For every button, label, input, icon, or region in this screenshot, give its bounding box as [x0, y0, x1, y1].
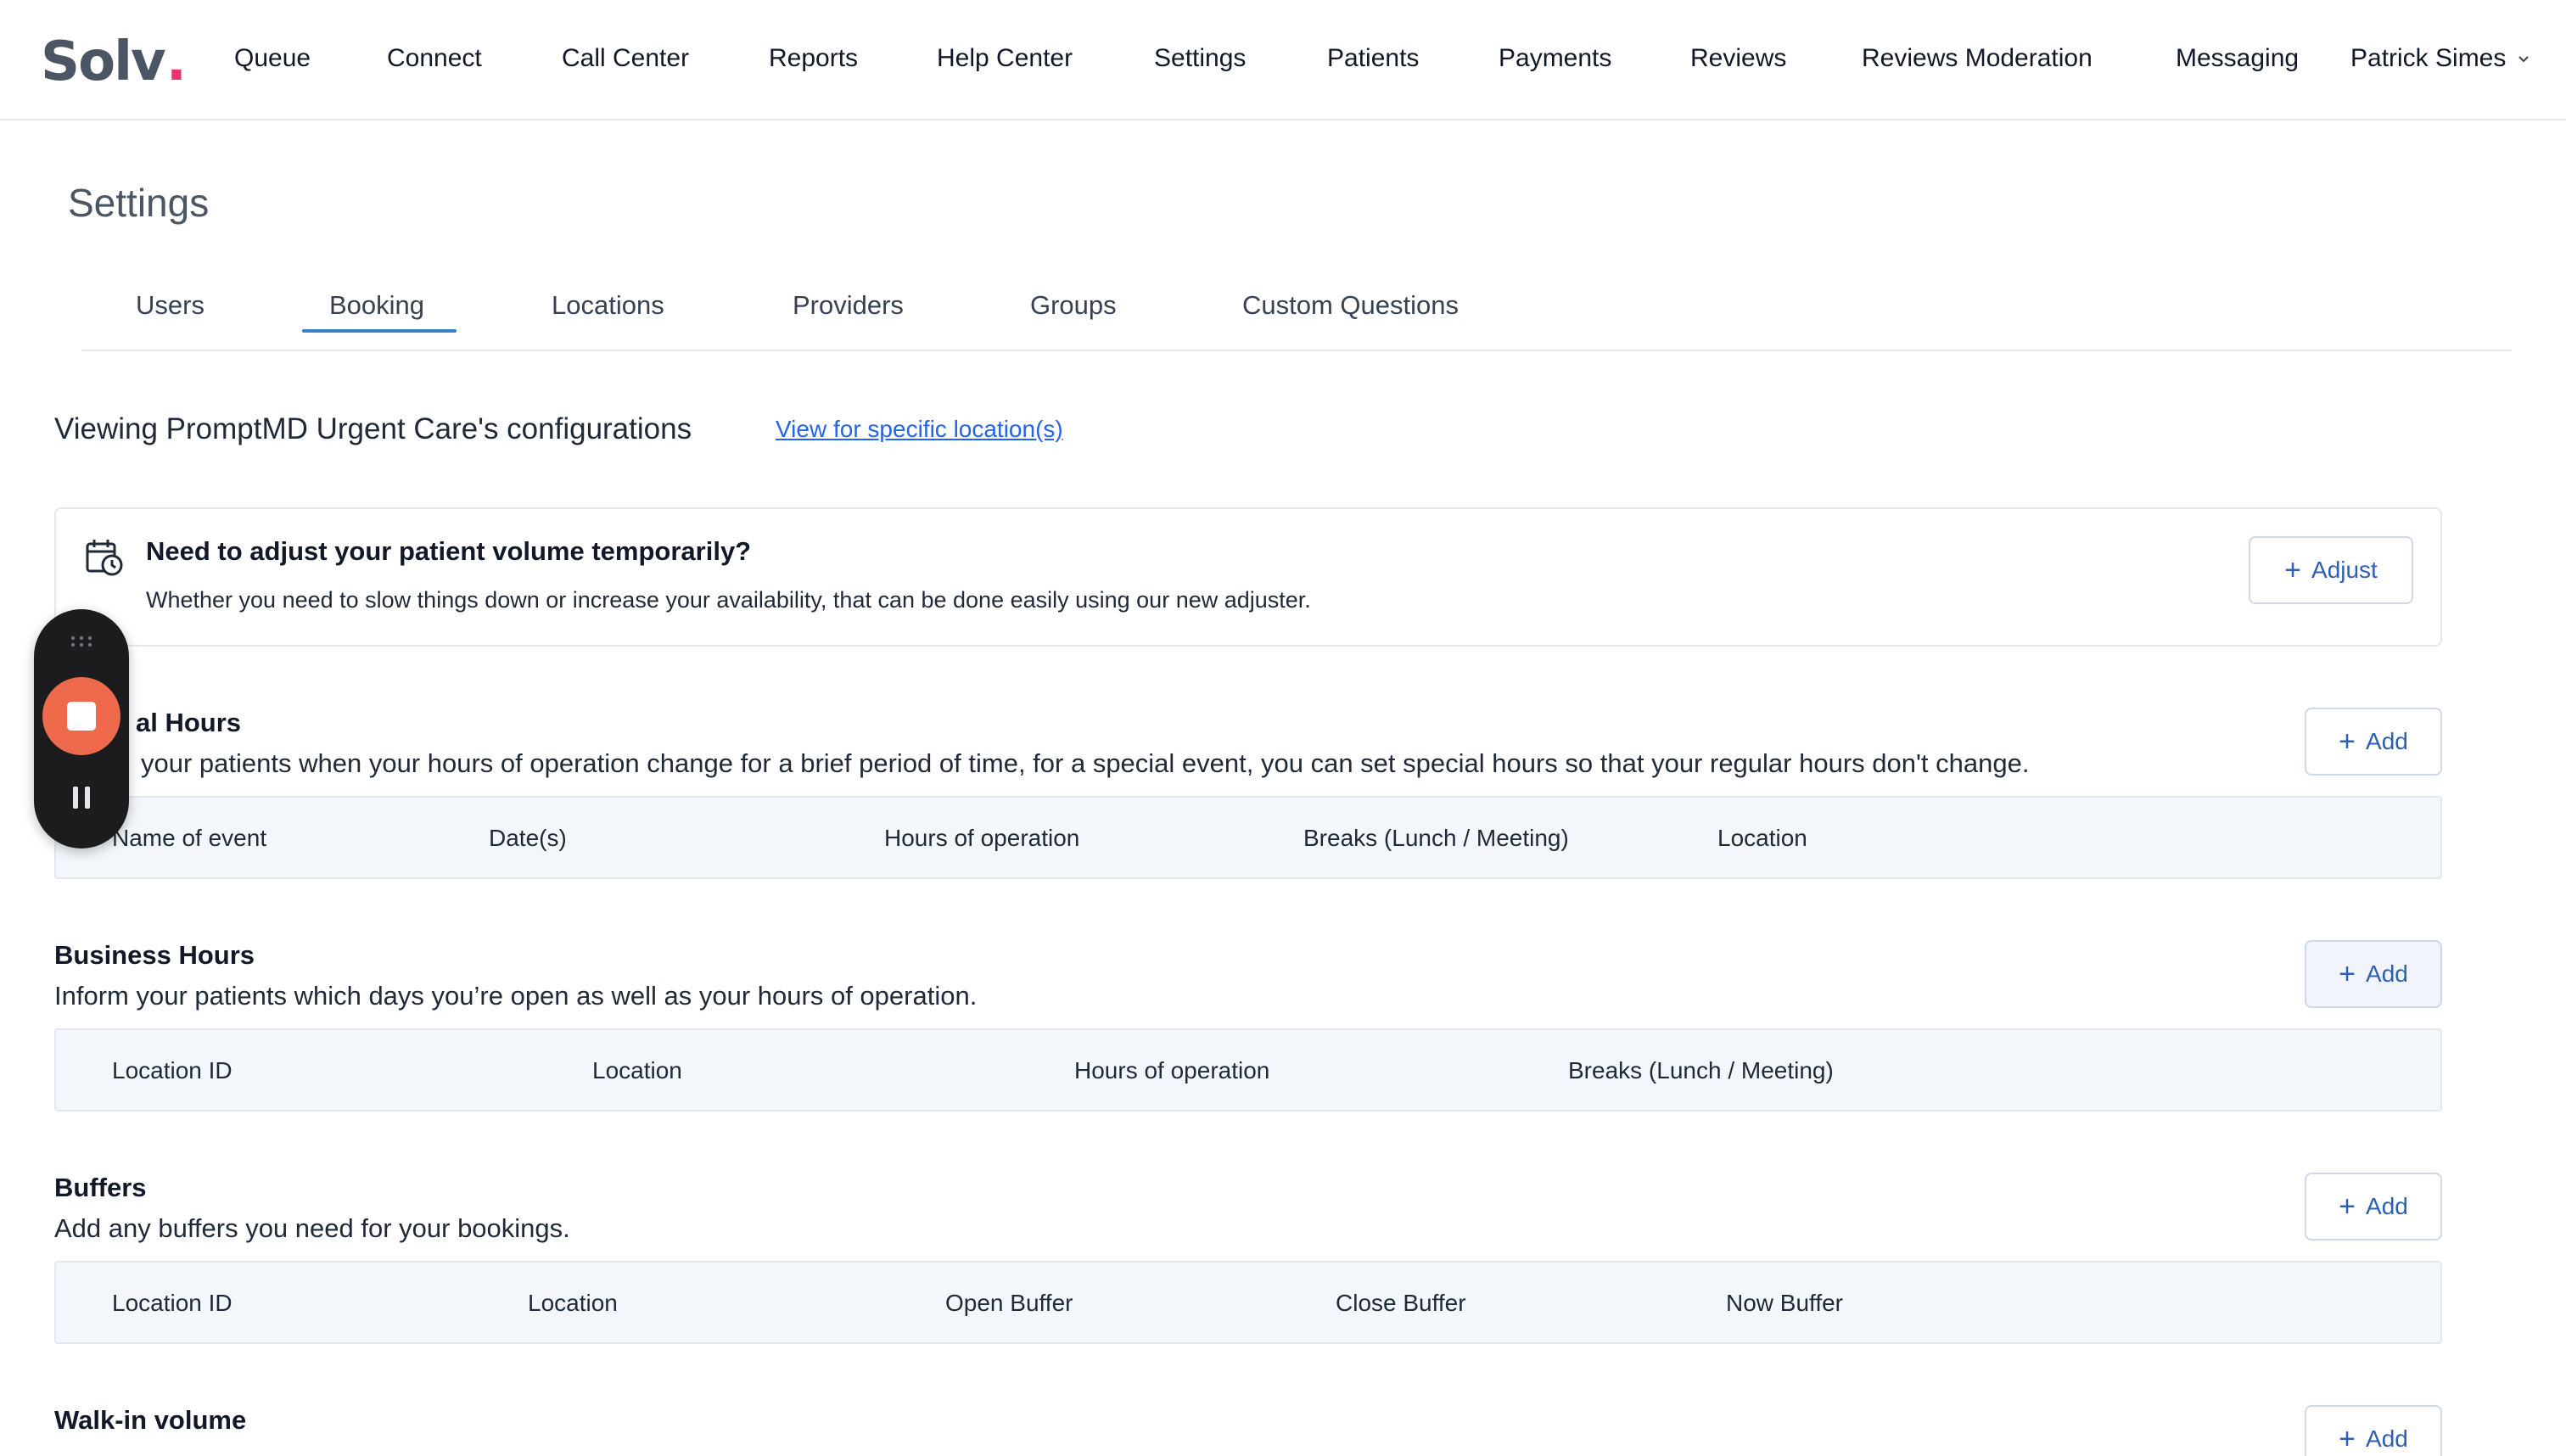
logo-dot: .: [165, 31, 187, 93]
add-business-hours-button[interactable]: + Add: [2305, 940, 2442, 1008]
column-header[interactable]: Location: [528, 1290, 618, 1317]
tab-providers[interactable]: Providers: [793, 290, 904, 321]
special-hours-table-header: Name of event Date(s) Hours of operation…: [54, 796, 2442, 879]
nav-item-queue[interactable]: Queue: [234, 44, 311, 73]
column-header[interactable]: Location ID: [112, 1290, 233, 1317]
adjust-button-label: Adjust: [2311, 557, 2378, 583]
view-specific-locations-link[interactable]: View for specific location(s): [776, 416, 1063, 443]
nav-item-settings[interactable]: Settings: [1154, 44, 1246, 73]
buffers-title: Buffers: [54, 1173, 147, 1202]
nav-item-reviews-moderation[interactable]: Reviews Moderation: [1862, 44, 2093, 73]
add-button-label: Add: [2366, 1193, 2408, 1219]
tab-custom-questions[interactable]: Custom Questions: [1242, 290, 1459, 321]
add-button-label: Add: [2366, 728, 2408, 754]
nav-item-reports[interactable]: Reports: [769, 44, 858, 73]
top-navigation: Solv. Queue Connect Call Center Reports …: [0, 0, 2566, 120]
column-header[interactable]: Breaks (Lunch / Meeting): [1303, 825, 1569, 852]
column-header[interactable]: Breaks (Lunch / Meeting): [1568, 1057, 1834, 1084]
banner-title: Need to adjust your patient volume tempo…: [146, 536, 752, 566]
business-hours-table-header: Location ID Location Hours of operation …: [54, 1028, 2442, 1112]
stop-recording-button[interactable]: [42, 677, 120, 755]
column-header[interactable]: Location: [592, 1057, 682, 1084]
volume-adjuster-banner: Need to adjust your patient volume tempo…: [54, 507, 2442, 647]
buffers-description: Add any buffers you need for your bookin…: [54, 1213, 570, 1243]
column-header[interactable]: Now Buffer: [1726, 1290, 1843, 1317]
chevron-down-icon: [2518, 56, 2530, 63]
plus-icon: +: [2339, 1190, 2356, 1223]
screen-recorder-widget[interactable]: [34, 609, 129, 848]
user-name: Patrick Simes: [2350, 44, 2507, 72]
tab-booking[interactable]: Booking: [329, 290, 424, 321]
nav-item-reviews[interactable]: Reviews: [1690, 44, 1786, 73]
column-header[interactable]: Date(s): [489, 825, 567, 852]
plus-icon: +: [2284, 554, 2302, 586]
stop-icon: [67, 702, 96, 731]
special-hours-description: your patients when your hours of operati…: [141, 748, 2030, 778]
tab-groups[interactable]: Groups: [1030, 290, 1117, 321]
banner-description: Whether you need to slow things down or …: [146, 587, 1311, 613]
add-special-hours-button[interactable]: + Add: [2305, 708, 2442, 776]
user-menu[interactable]: Patrick Simes: [2350, 44, 2531, 73]
walk-in-volume-title: Walk-in volume: [54, 1405, 247, 1435]
pause-icon: [73, 787, 78, 809]
add-buffer-button[interactable]: + Add: [2305, 1173, 2442, 1240]
tab-locations[interactable]: Locations: [552, 290, 664, 321]
nav-item-call-center[interactable]: Call Center: [562, 44, 689, 73]
page-title: Settings: [68, 181, 210, 225]
business-hours-title: Business Hours: [54, 940, 255, 970]
solv-logo[interactable]: Solv.: [41, 31, 187, 93]
active-tab-indicator: [302, 329, 457, 333]
column-header[interactable]: Close Buffer: [1336, 1290, 1466, 1317]
column-header[interactable]: Name of event: [112, 825, 266, 852]
plus-icon: +: [2339, 958, 2356, 990]
buffers-table-header: Location ID Location Open Buffer Close B…: [54, 1261, 2442, 1344]
column-header[interactable]: Hours of operation: [884, 825, 1079, 852]
plus-icon: +: [2339, 725, 2356, 758]
settings-tabs: Users Booking Locations Providers Groups…: [81, 272, 2512, 351]
grip-dots-icon[interactable]: [70, 635, 93, 648]
nav-item-messaging[interactable]: Messaging: [2176, 44, 2299, 73]
nav-item-help-center[interactable]: Help Center: [937, 44, 1073, 73]
pause-recording-button[interactable]: [66, 782, 97, 813]
add-walk-in-volume-button[interactable]: + Add: [2305, 1405, 2442, 1456]
business-hours-description: Inform your patients which days you’re o…: [54, 981, 978, 1011]
special-hours-title: al Hours: [136, 708, 242, 737]
add-button-label: Add: [2366, 960, 2408, 987]
pause-icon: [85, 787, 90, 809]
adjust-button[interactable]: + Adjust: [2249, 536, 2413, 604]
column-header[interactable]: Open Buffer: [945, 1290, 1073, 1317]
add-button-label: Add: [2366, 1425, 2408, 1452]
logo-text: Solv: [41, 31, 166, 93]
nav-item-payments[interactable]: Payments: [1499, 44, 1611, 73]
plus-icon: +: [2339, 1423, 2356, 1455]
viewing-configuration-heading: Viewing PromptMD Urgent Care's configura…: [54, 412, 692, 445]
calendar-clock-icon: [86, 540, 123, 576]
nav-item-connect[interactable]: Connect: [387, 44, 482, 73]
tab-users[interactable]: Users: [136, 290, 204, 321]
nav-item-patients[interactable]: Patients: [1327, 44, 1419, 73]
column-header[interactable]: Hours of operation: [1074, 1057, 1269, 1084]
column-header[interactable]: Location: [1717, 825, 1807, 852]
column-header[interactable]: Location ID: [112, 1057, 233, 1084]
